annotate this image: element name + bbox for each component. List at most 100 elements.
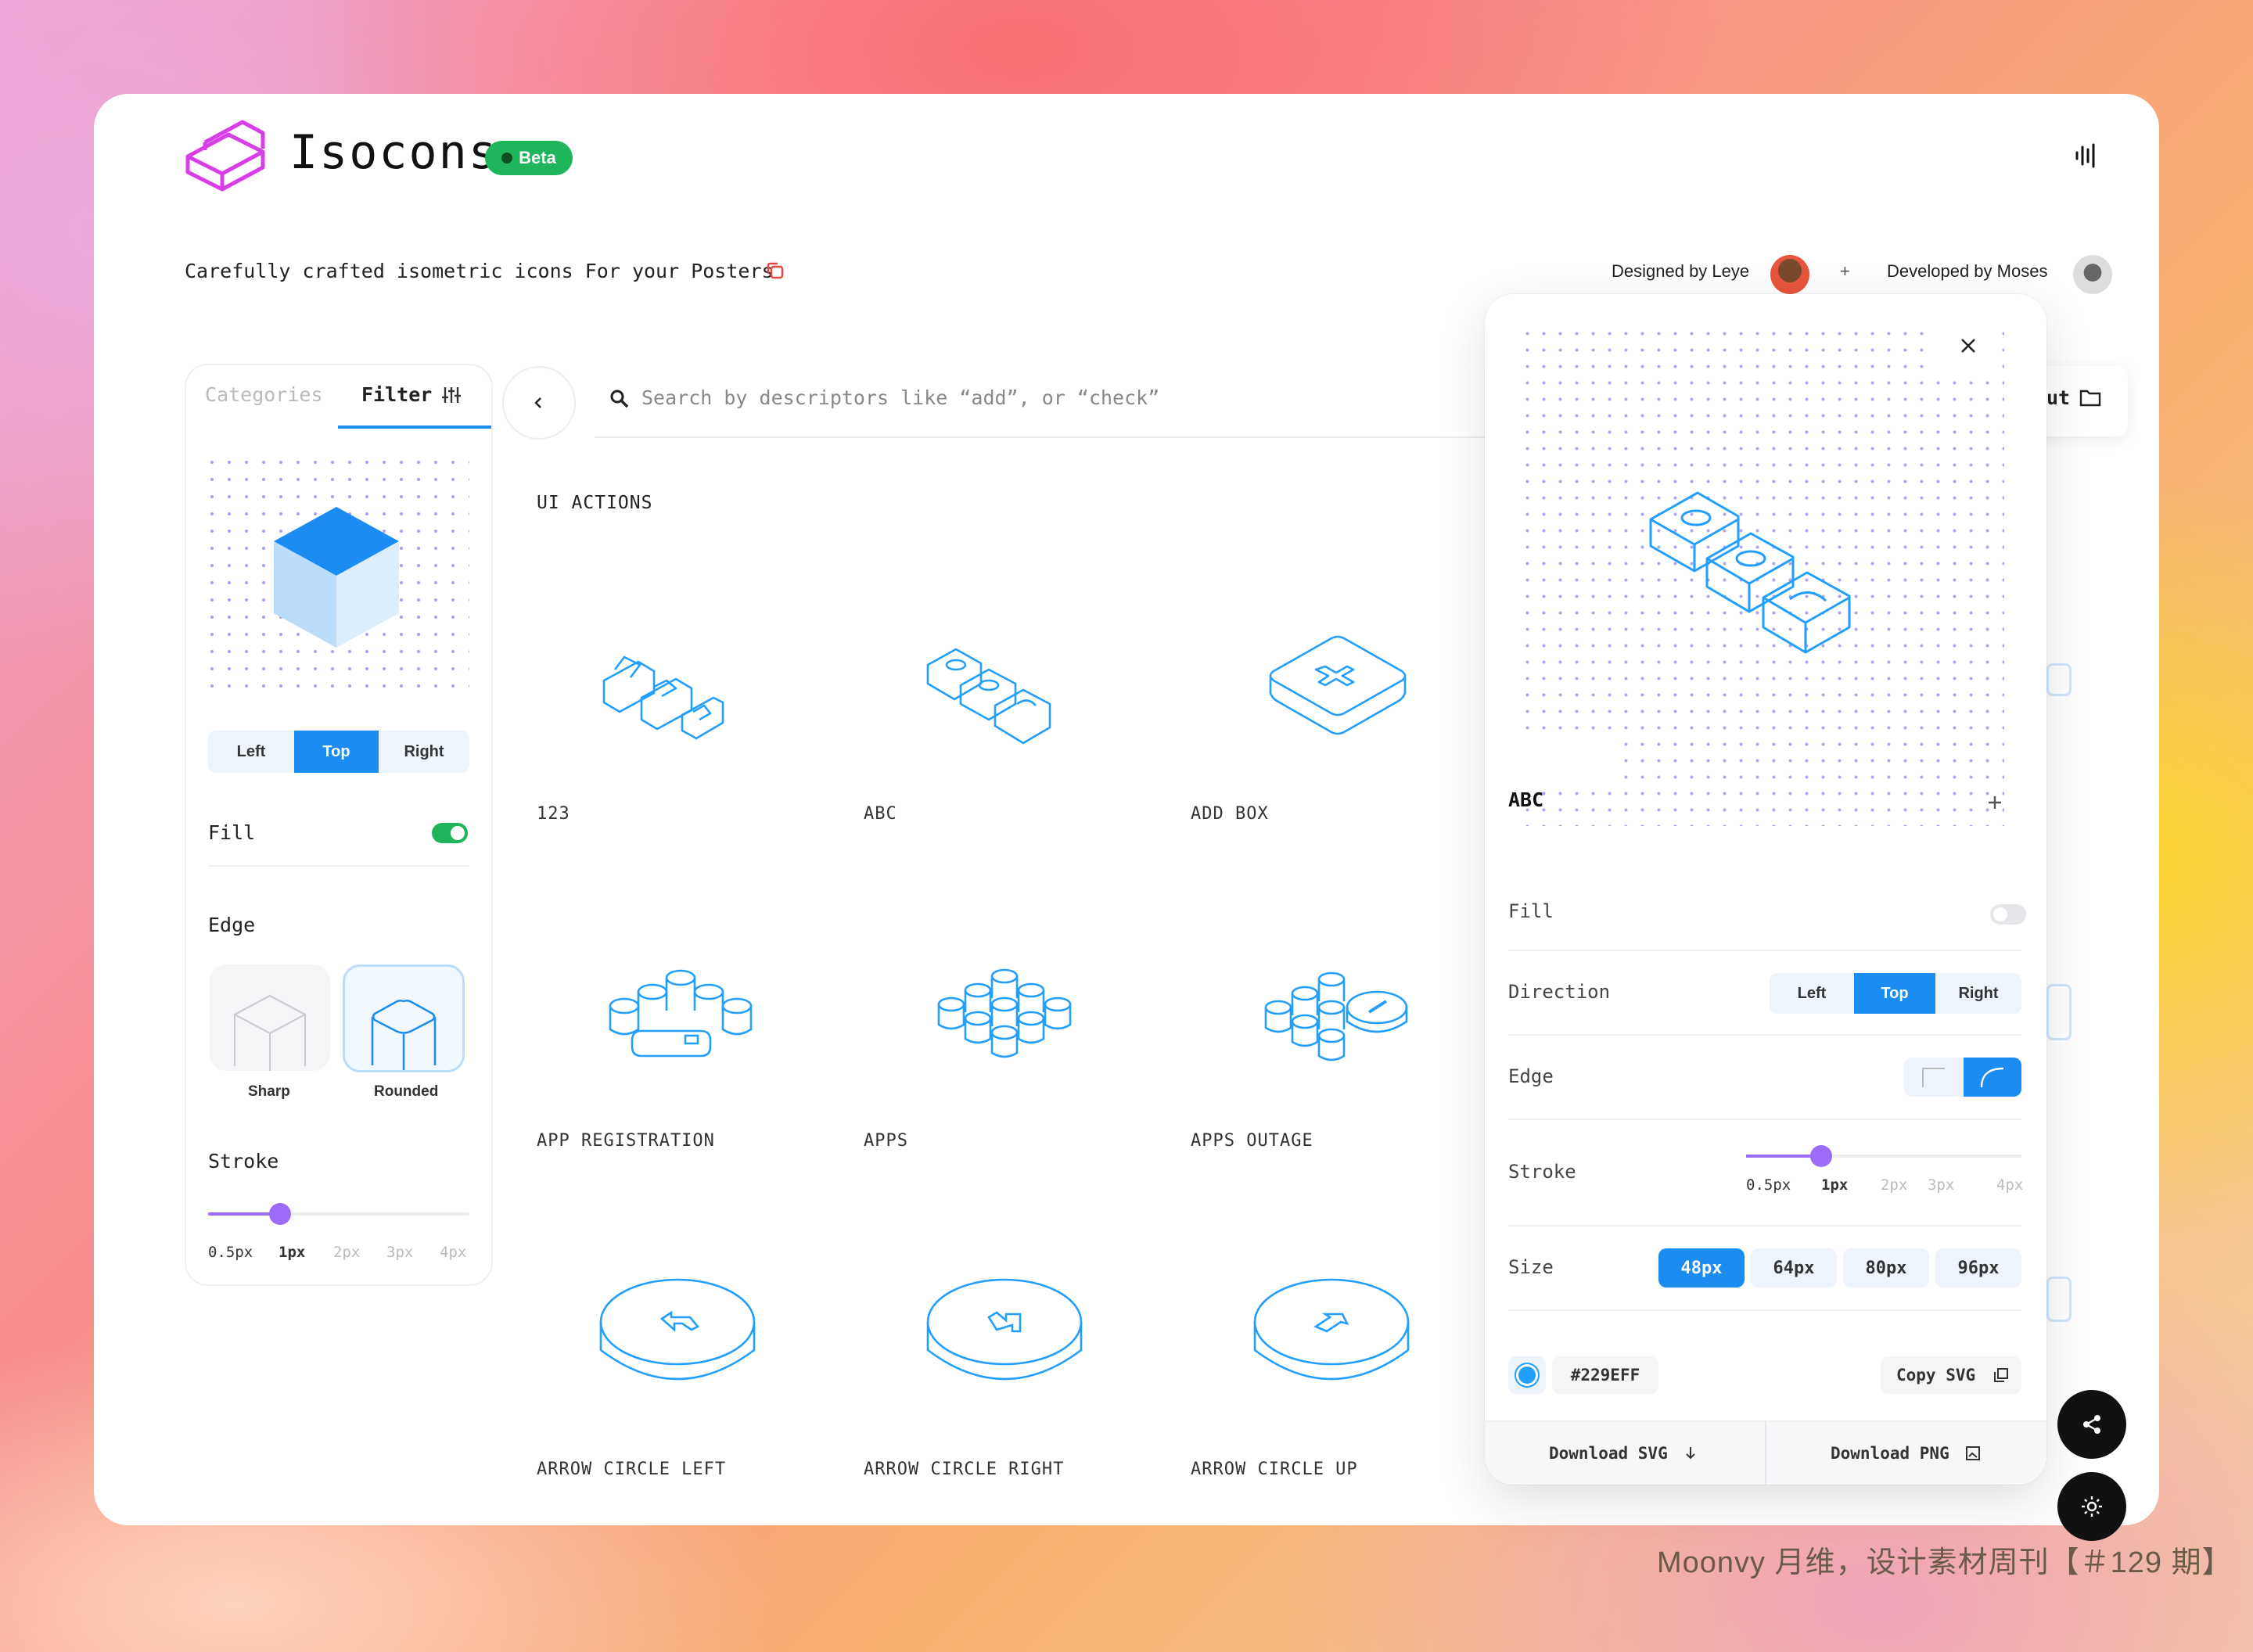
hidden-control: [2046, 663, 2072, 696]
developer-avatar: [2073, 255, 2112, 294]
sun-icon: [2082, 1496, 2102, 1517]
copy-icon[interactable]: [765, 260, 785, 281]
tab-filter[interactable]: Filter: [361, 383, 432, 406]
edge-sharp-option[interactable]: [210, 964, 330, 1071]
direction-left[interactable]: Left: [208, 731, 294, 773]
section-title: UI ACTIONS: [537, 493, 653, 513]
edge-rounded-option[interactable]: [343, 964, 465, 1072]
size-64-button[interactable]: 64px: [1751, 1248, 1837, 1287]
plus-icon[interactable]: [1987, 795, 2003, 810]
divider: [1508, 1034, 2021, 1036]
detail-direction-right[interactable]: Right: [1935, 973, 2021, 1014]
detail-stroke-tick: 4px: [1996, 1176, 2024, 1194]
stroke-tick: 2px: [333, 1244, 361, 1261]
download-divider: [1765, 1420, 1766, 1485]
detail-edge-sharp[interactable]: [1904, 1058, 1964, 1097]
detail-direction-segmented: Left Top Right: [1770, 973, 2021, 1014]
isometric-123-icon: [602, 655, 724, 740]
divider: [1508, 1119, 2021, 1120]
divider: [208, 865, 469, 867]
download-png-button[interactable]: Download PNG: [1831, 1444, 1949, 1463]
tagline: Carefully crafted isometric icons For yo…: [185, 260, 774, 282]
detail-direction-label: Direction: [1508, 981, 1611, 1003]
abc-large-preview-icon: [1649, 491, 1851, 654]
stroke-tick: 3px: [386, 1244, 414, 1261]
isometric-apps-icon: [937, 968, 1072, 1058]
search-input[interactable]: Search by descriptors like “add”, or “ch…: [641, 386, 1159, 409]
detail-edge-rounded[interactable]: [1964, 1058, 2021, 1097]
isometric-arrow-circle-left-icon: [599, 1278, 756, 1381]
detail-stroke-label: Stroke: [1508, 1161, 1576, 1183]
detail-stroke-tick: 1px: [1821, 1176, 1849, 1194]
detail-stroke-thumb[interactable]: [1810, 1145, 1832, 1167]
icon-label: APP REGISTRATION: [537, 1131, 715, 1151]
label-backdrop: [1505, 732, 1622, 787]
copy-svg-label: Copy SVG: [1896, 1366, 1976, 1384]
stroke-tick: 0.5px: [208, 1244, 253, 1261]
stroke-label: Stroke: [208, 1150, 279, 1173]
sharp-corner-icon: [1922, 1068, 1945, 1087]
close-icon[interactable]: [1959, 336, 1978, 355]
chevron-left-icon: [534, 397, 541, 408]
isometric-app-registration-icon: [609, 969, 753, 1058]
share-icon: [2083, 1415, 2100, 1434]
isometric-add-box-icon: [1269, 635, 1407, 735]
direction-right[interactable]: Right: [379, 731, 469, 773]
collapse-sidebar-button[interactable]: [502, 366, 576, 440]
size-48-button[interactable]: 48px: [1658, 1248, 1745, 1287]
icon-label: APPS: [864, 1131, 908, 1151]
sound-wave-icon[interactable]: [2073, 142, 2100, 169]
detail-fill-label: Fill: [1508, 900, 1554, 922]
color-picker-button[interactable]: [1508, 1356, 1546, 1394]
watermark-text: Moonvy 月维，设计素材周刊【＃129 期】: [1657, 1546, 2233, 1579]
isometric-apps-outage-icon: [1264, 971, 1408, 1061]
fill-toggle[interactable]: [432, 823, 468, 843]
detail-direction-top[interactable]: Top: [1854, 973, 1935, 1014]
theme-toggle-button[interactable]: [2057, 1472, 2126, 1541]
divider: [1508, 950, 2021, 951]
detail-stroke-tick: 2px: [1881, 1176, 1908, 1194]
sliders-icon: [442, 387, 461, 403]
icon-card-123[interactable]: [537, 579, 818, 845]
hidden-control: [2046, 1277, 2072, 1322]
detail-edge-label: Edge: [1508, 1065, 1554, 1087]
detail-stroke-tick: 3px: [1928, 1176, 1955, 1194]
icon-detail-panel: ABC Fill Direction Left Top Right Edge S…: [1485, 294, 2046, 1485]
beta-badge: Beta: [485, 141, 573, 175]
developed-by[interactable]: Developed by Moses: [1887, 261, 2047, 282]
image-icon: [1966, 1446, 1980, 1460]
copy-icon: [1994, 1368, 2008, 1382]
search-icon: [610, 390, 629, 408]
color-swatch: [1518, 1366, 1536, 1384]
fill-label: Fill: [208, 821, 256, 844]
detail-size-label: Size: [1508, 1256, 1554, 1278]
icon-label: ABC: [864, 804, 897, 824]
isocons-logo: [185, 120, 265, 192]
size-96-button[interactable]: 96px: [1935, 1248, 2021, 1287]
app-title: Isocons: [289, 125, 498, 180]
direction-top[interactable]: Top: [294, 731, 379, 773]
designer-avatar: [1770, 255, 1809, 294]
icon-label: 123: [537, 804, 570, 824]
color-hex-field[interactable]: #229EFF: [1552, 1356, 1658, 1394]
divider: [1508, 1225, 2021, 1226]
icon-card-abc[interactable]: [864, 579, 1145, 845]
arrow-down-icon: [1686, 1447, 1695, 1460]
active-tab-indicator: [338, 426, 491, 429]
cube-preview-icon: [274, 507, 399, 648]
share-button[interactable]: [2057, 1390, 2126, 1459]
stroke-tick: 4px: [440, 1244, 467, 1261]
detail-direction-left[interactable]: Left: [1770, 973, 1854, 1014]
download-svg-button[interactable]: Download SVG: [1549, 1444, 1668, 1463]
designed-by[interactable]: Designed by Leye: [1612, 261, 1749, 282]
icon-label: ADD BOX: [1191, 804, 1269, 824]
stroke-tick: 1px: [278, 1244, 306, 1261]
isometric-arrow-circle-up-icon: [1253, 1278, 1410, 1381]
size-80-button[interactable]: 80px: [1843, 1248, 1929, 1287]
detail-edge-segmented: [1904, 1058, 2021, 1097]
isometric-abc-icon: [926, 648, 1051, 745]
stroke-slider-thumb[interactable]: [269, 1203, 291, 1225]
tab-categories[interactable]: Categories: [205, 383, 323, 406]
edge-rounded-label: Rounded: [374, 1083, 439, 1100]
detail-fill-toggle[interactable]: [1990, 904, 2026, 925]
